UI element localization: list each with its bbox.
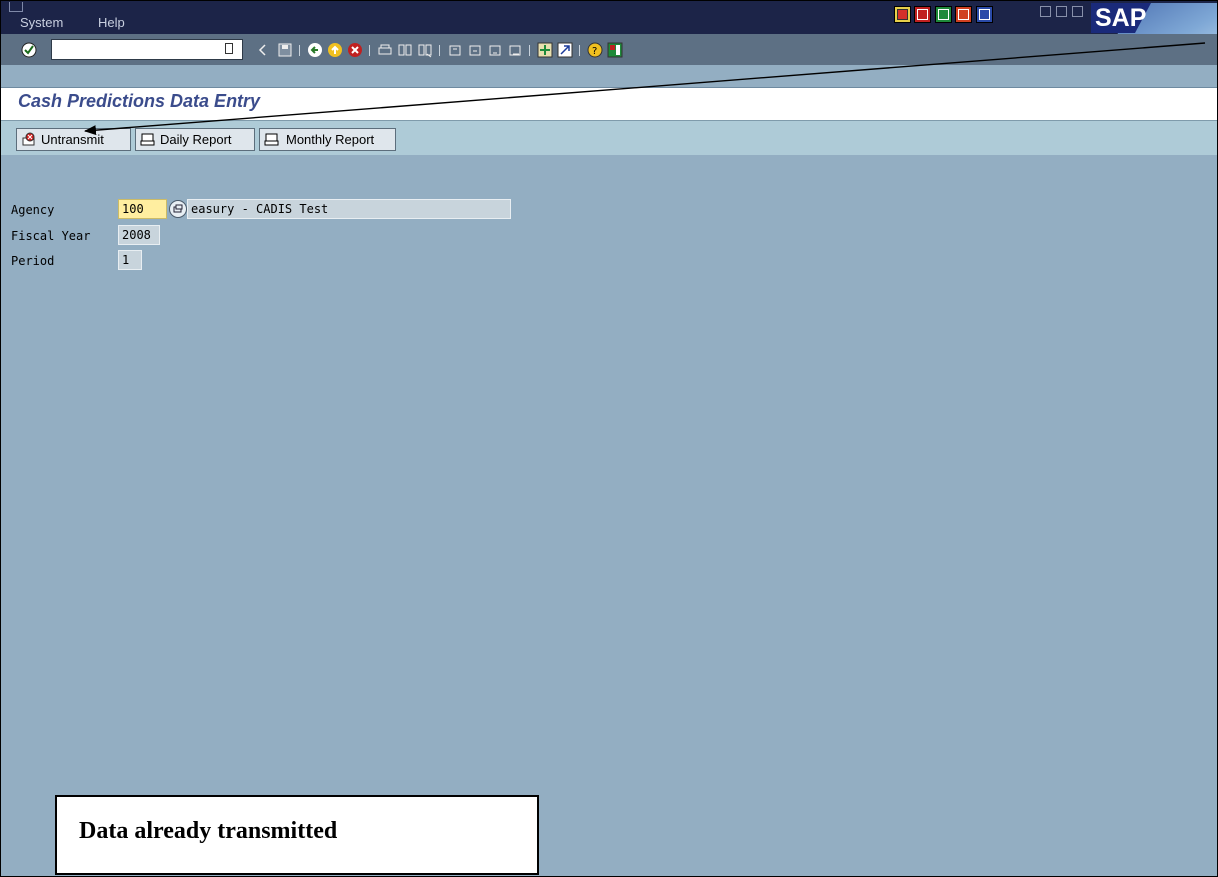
command-dropdown-icon[interactable]: [225, 43, 233, 54]
toolbar-separator: [439, 45, 440, 56]
toolbar-separator: [299, 45, 300, 56]
agency-input[interactable]: 100: [118, 199, 167, 219]
exit-icon[interactable]: [327, 42, 343, 58]
cancel-icon[interactable]: [347, 42, 363, 58]
standard-toolbar: ?: [1, 34, 1217, 65]
toolbar-separator: [529, 45, 530, 56]
callout-text: Data already transmitted: [79, 818, 338, 844]
period-field[interactable]: 1: [118, 250, 142, 270]
menu-bar: System Help SAP: [1, 1, 1217, 65]
printer-icon: [140, 133, 155, 146]
menu-help[interactable]: Help: [98, 15, 125, 30]
powerpoint-icon[interactable]: [955, 6, 972, 23]
agency-description: easury - CADIS Test: [187, 199, 511, 219]
command-field[interactable]: [51, 39, 243, 60]
close-icon[interactable]: [1072, 6, 1083, 17]
go-back-icon[interactable]: [307, 42, 323, 58]
back-icon[interactable]: [255, 42, 271, 58]
save-icon[interactable]: [277, 42, 293, 58]
monthly-report-label: Monthly Report: [286, 132, 375, 147]
word-icon[interactable]: [976, 6, 993, 23]
generic-app-icon[interactable]: [894, 6, 911, 23]
layout-icon[interactable]: [607, 42, 623, 58]
enter-icon[interactable]: [21, 42, 37, 58]
page-title: Cash Predictions Data Entry: [18, 91, 261, 111]
title-bar: Cash Predictions Data Entry: [1, 87, 1217, 120]
untransmit-icon: [22, 132, 35, 146]
period-label: Period: [11, 254, 55, 268]
agency-label: Agency: [11, 203, 55, 217]
find-icon[interactable]: [397, 42, 413, 58]
next-page-icon[interactable]: [487, 42, 503, 58]
printer-icon: [264, 133, 279, 146]
fiscal-year-field[interactable]: 2008: [118, 225, 160, 245]
value-help-icon[interactable]: [169, 200, 187, 218]
first-page-icon[interactable]: [447, 42, 463, 58]
toolbar-separator: [369, 45, 370, 56]
pdf-icon[interactable]: [914, 6, 931, 23]
previous-page-icon[interactable]: [467, 42, 483, 58]
create-session-icon[interactable]: [537, 42, 553, 58]
system-menu-icon[interactable]: [9, 2, 23, 12]
menu-system[interactable]: System: [20, 15, 63, 30]
monthly-report-button[interactable]: Monthly Report: [259, 128, 396, 151]
find-next-icon[interactable]: [417, 42, 433, 58]
print-icon[interactable]: [377, 42, 393, 58]
application-toolbar: Untransmit Daily Report Monthly Report: [1, 120, 1217, 155]
excel-icon[interactable]: [935, 6, 952, 23]
untransmit-button[interactable]: Untransmit: [16, 128, 131, 151]
last-page-icon[interactable]: [507, 42, 523, 58]
sap-window: System Help SAP ? Cash Predictions Data …: [0, 0, 1218, 877]
untransmit-label: Untransmit: [41, 132, 104, 147]
svg-text:?: ?: [592, 46, 597, 57]
fiscal-year-label: Fiscal Year: [11, 229, 91, 243]
sap-logo-text: SAP: [1095, 4, 1147, 32]
annotation-callout: Data already transmitted: [55, 795, 539, 875]
daily-report-label: Daily Report: [160, 132, 232, 147]
shortcut-icon[interactable]: [557, 42, 573, 58]
toolbar-separator: [579, 45, 580, 56]
maximize-icon[interactable]: [1056, 6, 1067, 17]
minimize-icon[interactable]: [1040, 6, 1051, 17]
help-icon[interactable]: ?: [587, 42, 603, 58]
daily-report-button[interactable]: Daily Report: [135, 128, 255, 151]
